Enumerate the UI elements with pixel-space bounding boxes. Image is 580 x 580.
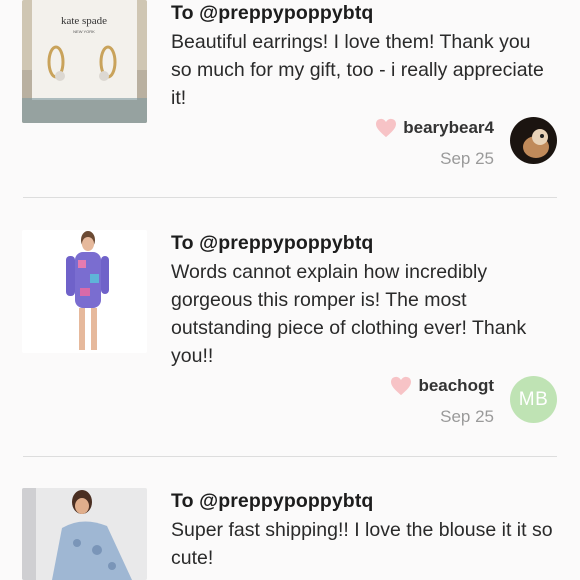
review-date: Sep 25 (440, 149, 494, 168)
review-date: Sep 25 (440, 407, 494, 426)
review-text: Words cannot explain how incredibly gorg… (171, 261, 527, 367)
product-thumbnail[interactable] (22, 488, 147, 580)
reviewer-username[interactable]: beachogt (418, 376, 494, 396)
reviewer-username[interactable]: bearybear4 (403, 118, 494, 138)
user-row: beachogt (390, 376, 494, 396)
review-text: Beautiful earrings! I love them! Thank y… (171, 31, 544, 109)
avatar[interactable] (510, 117, 557, 164)
review-meta: beachogt Sep 25 (390, 376, 494, 427)
user-row: bearybear4 (375, 118, 494, 138)
divider (23, 197, 557, 198)
avatar[interactable]: MB (510, 376, 557, 423)
review-meta: bearybear4 Sep 25 (375, 118, 494, 169)
brand-logo-text: kate spade (61, 15, 107, 27)
product-thumbnail[interactable] (22, 230, 147, 353)
review-text: Super fast shipping!! I love the blouse … (171, 519, 553, 569)
brand-logo-subtext: NEW YORK (73, 29, 95, 34)
recipient-label[interactable]: To @preppypoppybtq (171, 232, 373, 255)
recipient-label[interactable]: To @preppypoppybtq (171, 2, 373, 25)
heart-icon[interactable] (375, 118, 397, 138)
divider (23, 456, 557, 457)
recipient-label[interactable]: To @preppypoppybtq (171, 490, 373, 513)
heart-icon[interactable] (390, 376, 412, 396)
product-thumbnail[interactable]: kate spade NEW YORK (22, 0, 147, 123)
